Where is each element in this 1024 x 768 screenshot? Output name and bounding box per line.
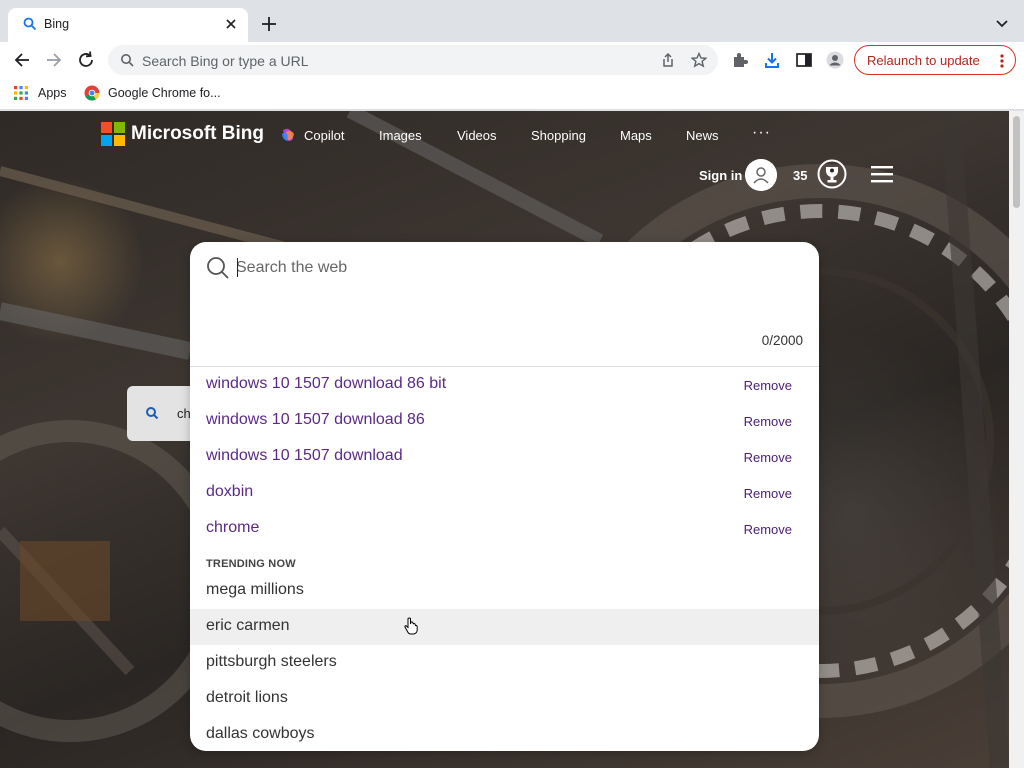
rewards-trophy-icon[interactable] bbox=[817, 159, 847, 189]
bing-logo-text: Microsoft Bing bbox=[131, 123, 264, 144]
trending-suggestion-text[interactable]: mega millions bbox=[206, 581, 304, 599]
trending-suggestion-text[interactable]: eric carmen bbox=[206, 617, 290, 635]
hamburger-menu-icon[interactable] bbox=[871, 166, 893, 183]
bookmark-apps[interactable]: Apps bbox=[38, 86, 67, 100]
profile-avatar-icon[interactable] bbox=[826, 51, 844, 69]
trending-suggestion-hovered[interactable]: eric carmen bbox=[190, 609, 819, 645]
bookmark-google-chrome[interactable]: Google Chrome fo... bbox=[108, 86, 221, 100]
remove-button[interactable]: Remove bbox=[744, 378, 792, 393]
search-dropdown-panel: 0/2000 windows 10 1507 download 86 bit R… bbox=[190, 242, 819, 751]
download-icon[interactable] bbox=[763, 51, 781, 69]
nav-shopping[interactable]: Shopping bbox=[531, 128, 586, 143]
ms-logo-yellow-square bbox=[114, 135, 125, 146]
history-suggestion-text[interactable]: windows 10 1507 download 86 bit bbox=[206, 375, 446, 393]
user-avatar-icon[interactable] bbox=[745, 159, 777, 191]
forward-arrow-icon[interactable] bbox=[44, 50, 64, 70]
share-icon[interactable] bbox=[660, 52, 676, 68]
nav-maps[interactable]: Maps bbox=[620, 128, 652, 143]
tab-search-chevron-icon[interactable] bbox=[994, 15, 1010, 31]
browser-toolbar: Search Bing or type a URL Relaunch to up… bbox=[0, 42, 1024, 78]
history-suggestion-text[interactable]: doxbin bbox=[206, 483, 253, 501]
history-suggestion[interactable]: doxbin Remove bbox=[190, 475, 819, 511]
search-icon bbox=[207, 257, 229, 279]
trending-suggestion-text[interactable]: detroit lions bbox=[206, 689, 288, 707]
bing-search-favicon-icon bbox=[23, 17, 36, 30]
side-panel-icon[interactable] bbox=[795, 51, 813, 69]
background-search-text: ch bbox=[177, 406, 191, 421]
reload-icon[interactable] bbox=[76, 50, 96, 70]
search-icon bbox=[146, 407, 159, 420]
character-counter: 0/2000 bbox=[761, 333, 803, 348]
tab-bing[interactable]: Bing bbox=[8, 8, 248, 42]
tab-strip: Bing bbox=[0, 0, 1024, 42]
history-suggestion[interactable]: windows 10 1507 download Remove bbox=[190, 439, 819, 475]
nav-images[interactable]: Images bbox=[379, 128, 422, 143]
trending-suggestion[interactable]: detroit lions bbox=[190, 681, 819, 717]
trending-suggestion[interactable]: dallas cowboys bbox=[190, 717, 819, 751]
rewards-points[interactable]: 35 bbox=[793, 168, 807, 183]
remove-button[interactable]: Remove bbox=[744, 414, 792, 429]
history-suggestion-text[interactable]: windows 10 1507 download bbox=[206, 447, 403, 465]
new-tab-plus-icon[interactable] bbox=[259, 14, 279, 34]
extensions-puzzle-icon[interactable] bbox=[731, 51, 749, 69]
history-suggestion[interactable]: windows 10 1507 download 86 Remove bbox=[190, 403, 819, 439]
remove-button[interactable]: Remove bbox=[744, 450, 792, 465]
search-icon bbox=[121, 54, 134, 67]
history-suggestion[interactable]: windows 10 1507 download 86 bit Remove bbox=[190, 367, 819, 403]
bing-homepage: Microsoft Bing Copilot Images Videos Sho… bbox=[0, 111, 1009, 768]
relaunch-label: Relaunch to update bbox=[867, 53, 980, 68]
chrome-icon bbox=[84, 85, 100, 101]
nav-copilot[interactable]: Copilot bbox=[304, 128, 344, 143]
hand-pointer-cursor-icon bbox=[404, 617, 418, 635]
sign-in-link[interactable]: Sign in bbox=[699, 168, 742, 183]
history-suggestion[interactable]: chrome Remove bbox=[190, 511, 819, 547]
trending-now-heading: TRENDING NOW bbox=[206, 558, 296, 570]
scrollbar-thumb[interactable] bbox=[1013, 116, 1020, 208]
text-caret bbox=[237, 258, 238, 277]
back-arrow-icon[interactable] bbox=[12, 50, 32, 70]
background-search-box: ch bbox=[127, 386, 197, 441]
search-input[interactable] bbox=[236, 256, 776, 280]
kebab-menu-icon bbox=[1000, 54, 1004, 68]
remove-button[interactable]: Remove bbox=[744, 522, 792, 537]
address-bar[interactable]: Search Bing or type a URL bbox=[108, 45, 718, 75]
ms-logo-green-square bbox=[114, 122, 125, 133]
history-suggestion-text[interactable]: windows 10 1507 download 86 bbox=[206, 411, 425, 429]
history-suggestion-text[interactable]: chrome bbox=[206, 519, 259, 537]
trending-suggestion[interactable]: pittsburgh steelers bbox=[190, 645, 819, 681]
nav-news[interactable]: News bbox=[686, 128, 719, 143]
remove-button[interactable]: Remove bbox=[744, 486, 792, 501]
apps-grid-icon bbox=[14, 86, 28, 100]
trending-suggestion-text[interactable]: dallas cowboys bbox=[206, 725, 315, 743]
bookmark-star-icon[interactable] bbox=[691, 52, 707, 68]
ms-logo-red-square bbox=[101, 122, 112, 133]
tab-title: Bing bbox=[44, 17, 70, 31]
ms-logo-blue-square bbox=[101, 135, 112, 146]
page-scrollbar[interactable] bbox=[1009, 111, 1024, 768]
nav-videos[interactable]: Videos bbox=[457, 128, 497, 143]
close-tab-icon[interactable] bbox=[222, 15, 240, 33]
relaunch-to-update-button[interactable]: Relaunch to update bbox=[854, 45, 1016, 75]
copilot-icon bbox=[282, 128, 294, 141]
address-bar-placeholder: Search Bing or type a URL bbox=[142, 53, 309, 69]
trending-suggestion[interactable]: mega millions bbox=[190, 573, 819, 609]
bookmarks-bar: Apps Google Chrome fo... bbox=[0, 78, 1024, 110]
nav-more-button[interactable]: ··· bbox=[752, 124, 771, 142]
trending-suggestion-text[interactable]: pittsburgh steelers bbox=[206, 653, 337, 671]
